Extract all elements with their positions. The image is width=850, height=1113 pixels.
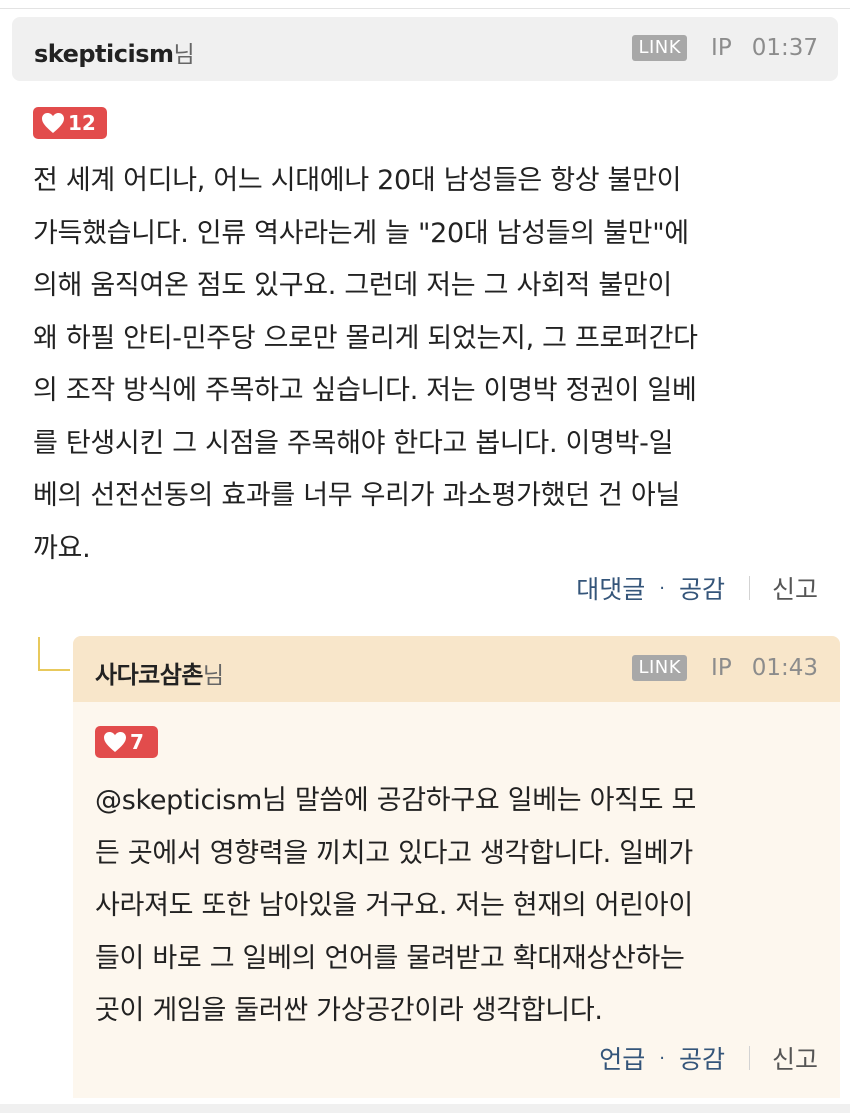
comment-body-line: 를 탄생시킨 그 시점을 주목해야 한다고 봅니다. 이명박-일 xyxy=(33,427,674,459)
reply-body-line: @skepticism님 말씀에 공감하구요 일베는 아직도 모 xyxy=(95,785,697,816)
reply-author-name[interactable]: 사다코삼촌 xyxy=(95,661,203,689)
comment-body-line: 전 세계 어디나, 어느 시대에나 20대 남성들은 항상 불만이 xyxy=(33,165,682,196)
action-divider xyxy=(748,1046,750,1070)
action-separator-dot: · xyxy=(659,1047,665,1069)
reply-connector-line xyxy=(38,637,70,671)
reply-meta: LINK IP 01:43 xyxy=(632,655,818,681)
comment-author[interactable]: skepticism님 xyxy=(34,35,195,69)
top-divider xyxy=(0,8,850,9)
like-button[interactable]: 공감 xyxy=(679,1040,725,1076)
comment-ip-label[interactable]: IP xyxy=(711,35,732,61)
heart-icon xyxy=(42,113,64,133)
comment-meta: LINK IP 01:37 xyxy=(632,35,818,61)
like-button[interactable]: 공감 xyxy=(679,570,725,606)
comment-body-line: 왜 하필 안티-민주당 으로만 몰리게 되었는지, 그 프로퍼간다 xyxy=(33,322,698,354)
action-separator-dot: · xyxy=(659,577,665,599)
comment-body-line: 가득했습니다. 인류 역사라는게 늘 "20대 남성들의 불만"에 xyxy=(33,217,689,249)
reply-time: 01:43 xyxy=(751,655,818,681)
reply-comment: 사다코삼촌님 LINK IP 01:43 7 @skepticism님 말씀에 … xyxy=(73,636,840,1098)
action-divider xyxy=(748,576,750,600)
reply-body-line: 들이 바로 그 일베의 언어를 물려받고 확대재상산하는 xyxy=(95,942,685,974)
mention-button[interactable]: 언급 xyxy=(599,1040,645,1076)
reply-header: 사다코삼촌님 LINK IP 01:43 xyxy=(73,636,840,702)
reply-body-line: 든 곳에서 영향력을 끼치고 있다고 생각합니다. 일베가 xyxy=(95,837,693,869)
comment-time: 01:37 xyxy=(751,35,818,61)
reply-author-suffix: 님 xyxy=(202,663,225,689)
reply-author[interactable]: 사다코삼촌님 xyxy=(95,655,224,690)
bottom-divider xyxy=(0,1104,850,1113)
comment-link-button[interactable]: LINK xyxy=(632,35,688,61)
comment-body-line: 의해 움직여온 점도 있구요. 그런데 저는 그 사회적 불만이 xyxy=(33,270,672,301)
report-button[interactable]: 신고 xyxy=(772,1040,818,1076)
reply-link-button[interactable]: LINK xyxy=(632,655,688,681)
reply-like-count-badge: 7 xyxy=(95,726,158,758)
comment-author-suffix: 님 xyxy=(173,42,195,68)
comment-like-count: 12 xyxy=(68,111,96,135)
comment-body-line: 의 조작 방식에 주목하고 싶습니다. 저는 이명박 정권이 일베 xyxy=(33,375,697,406)
report-button[interactable]: 신고 xyxy=(772,570,818,606)
reply-like-count: 7 xyxy=(130,730,144,754)
comment-like-count-badge: 12 xyxy=(33,107,107,139)
comment-author-name[interactable]: skepticism xyxy=(34,40,174,68)
reply-actions: 언급 · 공감 신고 xyxy=(599,1040,818,1076)
comment-header: skepticism님 LINK IP 01:37 xyxy=(12,17,838,81)
comment-body: 전 세계 어디나, 어느 시대에나 20대 남성들은 항상 불만이 가득했습니다… xyxy=(33,155,698,575)
reply-body: @skepticism님 말씀에 공감하구요 일베는 아직도 모 든 곳에서 영… xyxy=(95,775,696,1038)
reply-body-line: 곳이 게임을 둘러싼 가상공간이라 생각합니다. xyxy=(95,995,603,1026)
heart-icon xyxy=(104,732,126,752)
reply-body-line: 사라져도 또한 남아있을 거구요. 저는 현재의 어린아이 xyxy=(95,890,693,921)
reply-button[interactable]: 대댓글 xyxy=(576,570,645,606)
comment-body-line: 베의 선전선동의 효과를 너무 우리가 과소평가했던 건 아닐 xyxy=(33,480,680,511)
comment-actions: 대댓글 · 공감 신고 xyxy=(576,570,818,606)
comment-body-line: 까요. xyxy=(33,532,91,564)
reply-ip-label[interactable]: IP xyxy=(711,655,732,681)
